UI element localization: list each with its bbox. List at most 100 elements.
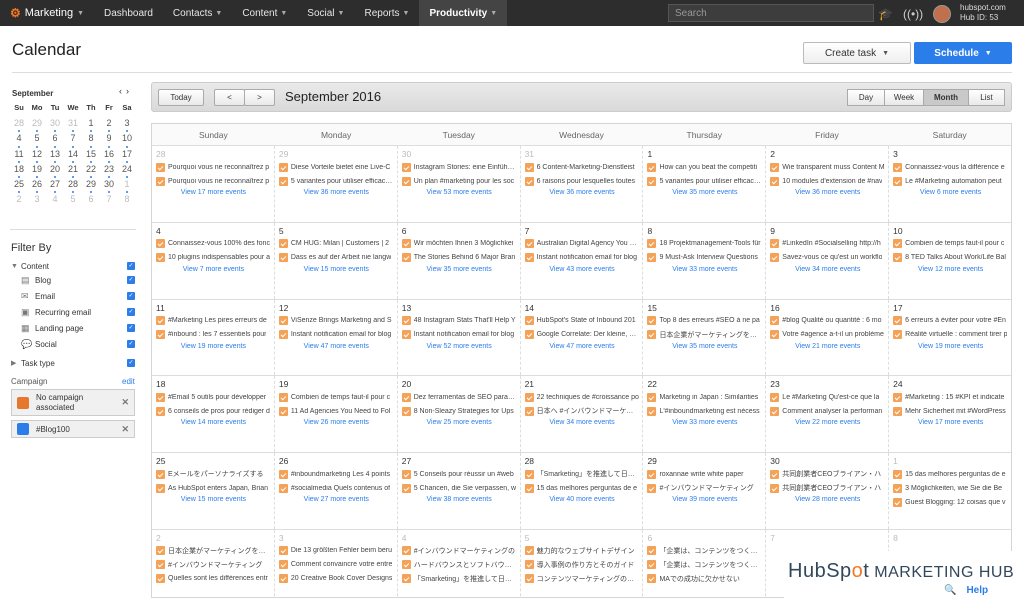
task-checkbox-icon[interactable] bbox=[647, 316, 657, 326]
view-more-events-link[interactable]: View 36 more events bbox=[525, 189, 640, 196]
task-checkbox-icon[interactable] bbox=[278, 560, 288, 570]
task-checkbox-icon[interactable] bbox=[156, 316, 165, 326]
task-checkbox-icon[interactable] bbox=[893, 330, 903, 340]
task-checkbox-icon[interactable] bbox=[770, 392, 780, 402]
calendar-event[interactable]: Australian Digital Agency You & C bbox=[524, 237, 639, 251]
nav-content[interactable]: Content ▼ bbox=[232, 0, 297, 26]
task-checkbox-icon[interactable] bbox=[770, 330, 780, 340]
mini-calendar-day[interactable]: 31 bbox=[64, 118, 82, 133]
filter-recurring-email[interactable]: ▣ Recurring email ✓ bbox=[11, 304, 135, 320]
view-more-events-link[interactable]: View 52 more events bbox=[402, 343, 517, 350]
calendar-event[interactable]: Eメールをパーソナライズする bbox=[156, 467, 271, 481]
task-checkbox-icon[interactable] bbox=[647, 406, 657, 416]
mini-calendar-day[interactable]: 29 bbox=[82, 179, 100, 194]
calendar-day-cell[interactable]: 29 Diese Vorteile bietet eine Live-C 5 var… bbox=[275, 146, 398, 222]
task-checkbox-icon[interactable] bbox=[278, 574, 288, 584]
task-checkbox-icon[interactable] bbox=[401, 469, 411, 479]
checkbox-checked[interactable]: ✓ bbox=[127, 324, 135, 332]
task-checkbox-icon[interactable] bbox=[647, 546, 657, 556]
calendar-event[interactable]: 「企業は、コンテンツをつくりた bbox=[647, 558, 762, 572]
calendar-day-cell[interactable]: 26 #inboundmarketing Les 4 points #socialm… bbox=[275, 453, 398, 529]
calendar-event[interactable]: 8 Non-Sleazy Strategies for Ups bbox=[401, 404, 517, 418]
task-checkbox-icon[interactable] bbox=[524, 162, 534, 172]
task-checkbox-icon[interactable] bbox=[278, 176, 288, 186]
mini-calendar-day[interactable]: 29 bbox=[28, 118, 46, 133]
campaign-blog100[interactable]: #Blog100 ✕ bbox=[11, 420, 135, 438]
calendar-event[interactable]: Connaissez-vous la différence e bbox=[893, 160, 1008, 174]
view-more-events-link[interactable]: View 28 more events bbox=[770, 496, 885, 503]
task-checkbox-icon[interactable] bbox=[647, 330, 657, 340]
task-checkbox-icon[interactable] bbox=[770, 316, 780, 326]
mini-calendar-day[interactable]: 5 bbox=[64, 194, 82, 209]
filter-blog[interactable]: ▤ Blog ✓ bbox=[11, 272, 135, 288]
task-checkbox-icon[interactable] bbox=[156, 392, 165, 402]
calendar-event[interactable]: How can you beat the competiti bbox=[647, 160, 762, 174]
calendar-event[interactable]: 6 Content-Marketing-Dienstleist bbox=[524, 160, 640, 174]
mini-calendar-day[interactable]: 12 bbox=[28, 149, 46, 164]
checkbox-checked[interactable]: ✓ bbox=[127, 262, 135, 270]
mini-calendar-day[interactable]: 6 bbox=[82, 194, 100, 209]
calendar-event[interactable]: Comment analyser la performan bbox=[770, 404, 885, 418]
calendar-event[interactable]: Instagram Stories: eine Einführun bbox=[401, 160, 517, 174]
help-button[interactable]: 🔍 Help bbox=[944, 582, 1024, 598]
mini-calendar-day[interactable]: 7 bbox=[64, 133, 82, 148]
calendar-event[interactable]: #blog Qualité ou quantité : 6 mo bbox=[770, 314, 885, 328]
mini-calendar-day[interactable]: 10 bbox=[118, 133, 136, 148]
chevron-right-icon[interactable]: › bbox=[126, 86, 133, 96]
calendar-day-cell[interactable]: 16 #blog Qualité ou quantité : 6 mo Votre … bbox=[766, 299, 890, 376]
mini-calendar-day[interactable]: 16 bbox=[100, 149, 118, 164]
task-checkbox-icon[interactable] bbox=[278, 253, 288, 263]
calendar-event[interactable]: 22 techniques de #croissance po bbox=[524, 390, 640, 404]
task-checkbox-icon[interactable] bbox=[770, 469, 780, 479]
calendar-event[interactable]: Pourquoi vous ne reconnaîtrez p bbox=[156, 174, 271, 188]
calendar-event[interactable]: 日本企業がマーケティングを「自 bbox=[647, 328, 762, 342]
task-checkbox-icon[interactable] bbox=[401, 546, 411, 556]
calendar-event[interactable]: Comment convaincre votre entre bbox=[278, 558, 394, 572]
calendar-event[interactable]: Un plan #marketing pour les soc bbox=[401, 174, 517, 188]
nav-contacts[interactable]: Contacts ▼ bbox=[163, 0, 232, 26]
task-checkbox-icon[interactable] bbox=[524, 176, 534, 186]
task-checkbox-icon[interactable] bbox=[893, 497, 903, 507]
view-more-events-link[interactable]: View 19 more events bbox=[156, 343, 271, 350]
task-checkbox-icon[interactable] bbox=[401, 176, 411, 186]
calendar-day-cell[interactable]: 5 CM HUG: Milan | Customers | 2 Dass es au… bbox=[275, 222, 398, 299]
mini-calendar-nav[interactable]: ‹› bbox=[119, 86, 133, 96]
view-more-events-link[interactable]: View 38 more events bbox=[402, 496, 517, 503]
calendar-event[interactable]: 「Smarketing」を推進して日本市 bbox=[524, 467, 639, 481]
calendar-day-cell[interactable]: 6 Wir möchten Ihnen 3 Möglichkei The Stori… bbox=[398, 222, 521, 299]
view-more-events-link[interactable]: View 53 more events bbox=[402, 189, 517, 196]
view-more-events-link[interactable]: View 25 more events bbox=[402, 419, 517, 426]
task-checkbox-icon[interactable] bbox=[156, 469, 165, 479]
task-checkbox-icon[interactable] bbox=[893, 406, 903, 416]
calendar-day-cell[interactable]: 23 Le #Marketing Qu'est-ce que la Comment … bbox=[766, 376, 890, 453]
mini-calendar-day[interactable]: 3 bbox=[28, 194, 46, 209]
calendar-event[interactable]: Wir möchten Ihnen 3 Möglichkei bbox=[401, 237, 517, 251]
task-checkbox-icon[interactable] bbox=[401, 330, 411, 340]
task-checkbox-icon[interactable] bbox=[278, 546, 288, 556]
calendar-event[interactable]: コンテンツマーケティングの始め bbox=[524, 572, 639, 586]
view-more-events-link[interactable]: View 6 more events bbox=[893, 189, 1008, 196]
mini-calendar-day[interactable]: 6 bbox=[46, 133, 64, 148]
mini-calendar-day[interactable]: 21 bbox=[64, 164, 82, 179]
calendar-event[interactable]: Pourquoi vous ne reconnaîtrez p bbox=[156, 160, 271, 174]
close-icon[interactable]: ✕ bbox=[121, 397, 129, 408]
calendar-event[interactable]: #インバウンドマーケティングの bbox=[401, 544, 517, 558]
mini-calendar-day[interactable]: 22 bbox=[82, 164, 100, 179]
calendar-day-cell[interactable]: 13 48 Instagram Stats That'll Help Y Insta… bbox=[398, 299, 521, 376]
nav-social[interactable]: Social ▼ bbox=[297, 0, 354, 26]
view-more-events-link[interactable]: View 15 more events bbox=[279, 266, 394, 273]
close-icon[interactable]: ✕ bbox=[121, 424, 129, 435]
calendar-event[interactable]: 共同創業者CEOブライアン・ハ bbox=[770, 481, 885, 495]
calendar-day-cell[interactable]: 1 15 das melhores perguntas de e 3 Möglich… bbox=[889, 453, 1011, 529]
calendar-day-cell[interactable]: 11 #Marketing Les pires erreurs de #inboun… bbox=[152, 299, 275, 376]
calendar-event[interactable]: 48 Instagram Stats That'll Help Y bbox=[401, 314, 517, 328]
calendar-day-cell[interactable]: 22 Marketing in Japan : Similarities L'#in… bbox=[643, 376, 767, 453]
task-checkbox-icon[interactable] bbox=[647, 392, 657, 402]
account-info[interactable]: hubspot.com Hub ID: 53 bbox=[960, 3, 1006, 23]
calendar-event[interactable]: roxannae write white paper bbox=[647, 467, 762, 481]
view-more-events-link[interactable]: View 43 more events bbox=[525, 266, 640, 273]
calendar-day-cell[interactable]: 20 Dez ferramentas de SEO para au 8 Non-Sl… bbox=[398, 376, 521, 453]
task-checkbox-icon[interactable] bbox=[401, 392, 411, 402]
mini-calendar-day[interactable]: 9 bbox=[100, 133, 118, 148]
calendar-event[interactable]: 5 variantes pour utiliser efficacem bbox=[647, 174, 762, 188]
